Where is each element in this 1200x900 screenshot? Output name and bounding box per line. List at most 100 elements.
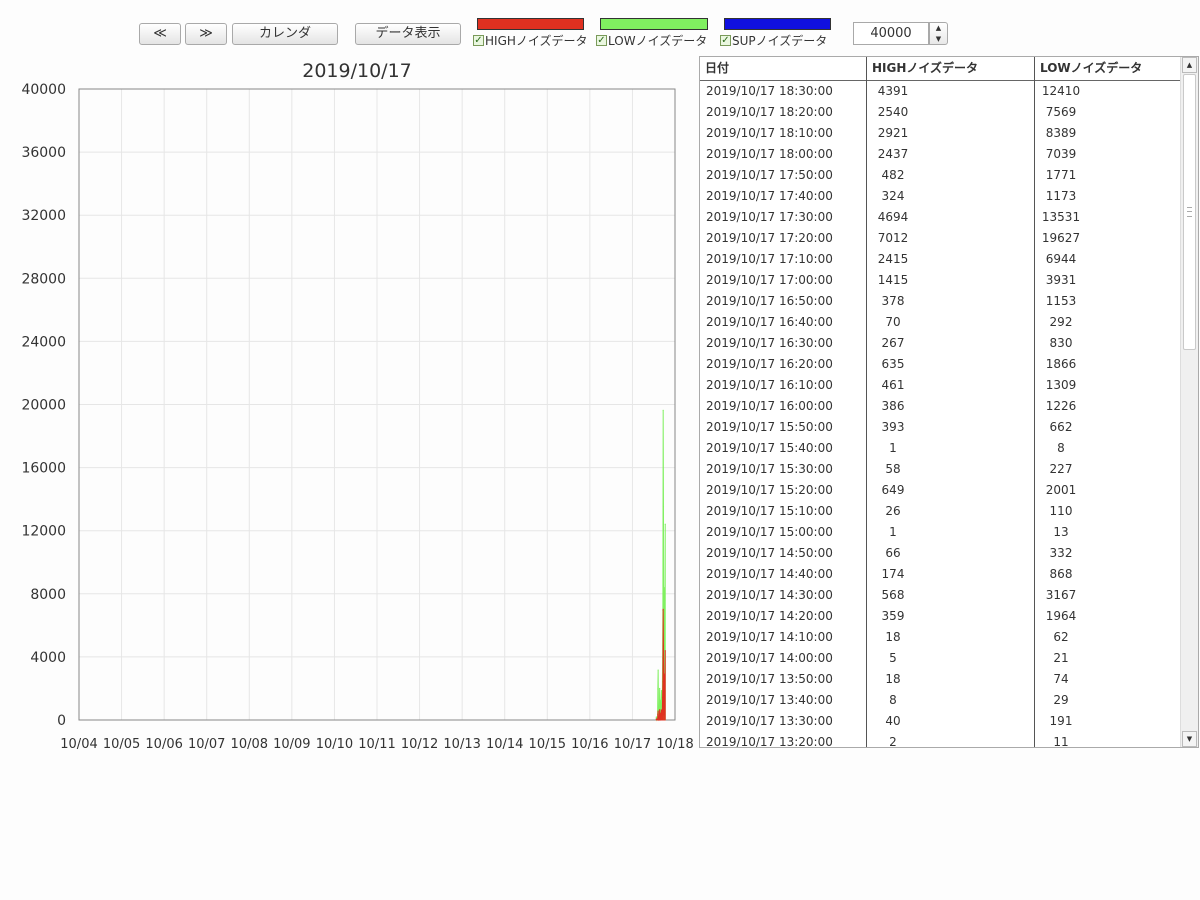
y-tick-label: 40000 [21, 82, 66, 98]
cell-date: 2019/10/17 17:50:00 [706, 168, 833, 182]
series-point-high [659, 709, 661, 711]
cell-high: 7012 [877, 231, 909, 245]
checkbox-icon[interactable]: ✓ [473, 34, 484, 46]
scroll-down-icon[interactable]: ▼ [1182, 731, 1197, 747]
cell-high: 26 [885, 504, 901, 518]
cell-low: 868 [1049, 567, 1073, 581]
table-row[interactable]: 2019/10/17 16:30:00 267 830 [700, 333, 1182, 354]
cell-date: 2019/10/17 15:50:00 [706, 420, 833, 434]
series-point-high [661, 718, 663, 720]
sup-noise-toggle[interactable]: ✓ SUPノイズデータ [720, 32, 837, 48]
table-row[interactable]: 2019/10/17 15:10:00 26 110 [700, 501, 1182, 522]
table-row[interactable]: 2019/10/17 16:00:00 386 1226 [700, 396, 1182, 417]
cell-date: 2019/10/17 16:20:00 [706, 357, 833, 371]
cell-low: 11 [1053, 735, 1069, 748]
cell-high: 649 [881, 483, 905, 497]
table-row[interactable]: 2019/10/17 15:30:00 58 227 [700, 459, 1182, 480]
table-row[interactable]: 2019/10/17 15:00:00 1 13 [700, 522, 1182, 543]
show-data-button[interactable]: データ表示 [355, 23, 461, 45]
cell-date: 2019/10/17 13:30:00 [706, 714, 833, 728]
table-row[interactable]: 2019/10/17 14:10:00 18 62 [700, 627, 1182, 648]
table-row[interactable]: 2019/10/17 15:50:00 393 662 [700, 417, 1182, 438]
series-point-low [663, 608, 665, 610]
table-row[interactable]: 2019/10/17 16:50:00 378 1153 [700, 291, 1182, 312]
cell-low: 1771 [1045, 168, 1077, 182]
cell-date: 2019/10/17 15:20:00 [706, 483, 833, 497]
y-tick-label: 8000 [30, 587, 66, 603]
prev-day-button[interactable]: ≪ [139, 23, 181, 45]
column-header-date[interactable]: 日付 [700, 57, 867, 80]
cell-high: 174 [881, 567, 905, 581]
table-row[interactable]: 2019/10/17 17:00:00 1415 3931 [700, 270, 1182, 291]
cell-date: 2019/10/17 15:30:00 [706, 462, 833, 476]
y-tick-label: 36000 [21, 145, 66, 161]
cell-date: 2019/10/17 16:40:00 [706, 315, 833, 329]
table-row[interactable]: 2019/10/17 17:30:00 4694 13531 [700, 207, 1182, 228]
table-row[interactable]: 2019/10/17 13:50:00 18 74 [700, 669, 1182, 690]
table-row[interactable]: 2019/10/17 17:10:00 2415 6944 [700, 249, 1182, 270]
table-row[interactable]: 2019/10/17 14:40:00 174 868 [700, 564, 1182, 585]
low-noise-toggle[interactable]: ✓ LOWノイズデータ [596, 32, 710, 48]
table-row[interactable]: 2019/10/17 18:20:00 2540 7569 [700, 102, 1182, 123]
y-max-spinner[interactable]: ▲ ▼ [929, 22, 948, 45]
cell-high: 568 [881, 588, 905, 602]
x-tick-label: 10/08 [231, 737, 268, 752]
low-noise-color-swatch [600, 18, 708, 30]
cell-low: 62 [1053, 630, 1069, 644]
vertical-scrollbar[interactable]: ▲ ▼ [1180, 57, 1198, 747]
checkbox-icon[interactable]: ✓ [720, 34, 731, 46]
table-row[interactable]: 2019/10/17 14:30:00 568 3167 [700, 585, 1182, 606]
cell-high: 70 [885, 315, 901, 329]
cell-low: 13 [1053, 525, 1069, 539]
spin-up-icon[interactable]: ▲ [930, 23, 947, 34]
cell-date: 2019/10/17 17:40:00 [706, 189, 833, 203]
table-row[interactable]: 2019/10/17 14:20:00 359 1964 [700, 606, 1182, 627]
table-row[interactable]: 2019/10/17 13:30:00 40 191 [700, 711, 1182, 732]
y-tick-label: 4000 [30, 650, 66, 666]
table-row[interactable]: 2019/10/17 18:00:00 2437 7039 [700, 144, 1182, 165]
table-row[interactable]: 2019/10/17 17:40:00 324 1173 [700, 186, 1182, 207]
table-row[interactable]: 2019/10/17 18:30:00 4391 12410 [700, 81, 1182, 102]
column-header-low[interactable]: LOWノイズデータ [1035, 57, 1182, 80]
x-tick-label: 10/05 [103, 737, 140, 752]
high-noise-toggle[interactable]: ✓ HIGHノイズデータ [473, 32, 586, 48]
table-row[interactable]: 2019/10/17 15:40:00 1 8 [700, 438, 1182, 459]
series-point-low [662, 409, 664, 411]
table-row[interactable]: 2019/10/17 16:20:00 635 1866 [700, 354, 1182, 375]
table-row[interactable]: 2019/10/17 13:20:00 2 11 [700, 732, 1182, 748]
table-row[interactable]: 2019/10/17 16:10:00 461 1309 [700, 375, 1182, 396]
series-point-low [664, 587, 666, 589]
cell-date: 2019/10/17 13:20:00 [706, 735, 833, 748]
table-row[interactable]: 2019/10/17 15:20:00 649 2001 [700, 480, 1182, 501]
cell-low: 21 [1053, 651, 1069, 665]
cell-high: 482 [881, 168, 905, 182]
cell-low: 1153 [1045, 294, 1077, 308]
table-row[interactable]: 2019/10/17 14:00:00 5 21 [700, 648, 1182, 669]
table-row[interactable]: 2019/10/17 13:40:00 8 29 [700, 690, 1182, 711]
high-noise-toggle-label: HIGHノイズデータ [485, 33, 586, 48]
table-row[interactable]: 2019/10/17 18:10:00 2921 8389 [700, 123, 1182, 144]
sup-noise-toggle-label: SUPノイズデータ [732, 33, 828, 48]
series-point-low [664, 523, 666, 525]
x-tick-label: 10/10 [316, 737, 353, 752]
series-point-high [664, 679, 666, 681]
calendar-button[interactable]: カレンダ [232, 23, 338, 45]
cell-low: 830 [1049, 336, 1073, 350]
scroll-up-icon[interactable]: ▲ [1182, 57, 1197, 73]
cell-high: 1 [889, 441, 897, 455]
series-point-high [660, 709, 663, 711]
table-row[interactable]: 2019/10/17 16:40:00 70 292 [700, 312, 1182, 333]
table-row[interactable]: 2019/10/17 14:50:00 66 332 [700, 543, 1182, 564]
spin-down-icon[interactable]: ▼ [930, 34, 947, 45]
checkbox-icon[interactable]: ✓ [596, 34, 607, 46]
scroll-thumb[interactable] [1183, 74, 1196, 350]
next-day-button[interactable]: ≫ [185, 23, 227, 45]
y-max-input[interactable] [853, 22, 929, 45]
cell-high: 393 [881, 420, 905, 434]
cell-low: 74 [1053, 672, 1069, 686]
table-row[interactable]: 2019/10/17 17:50:00 482 1771 [700, 165, 1182, 186]
column-header-high[interactable]: HIGHノイズデータ [867, 57, 1035, 80]
cell-date: 2019/10/17 16:00:00 [706, 399, 833, 413]
series-point-high [664, 673, 666, 675]
table-row[interactable]: 2019/10/17 17:20:00 7012 19627 [700, 228, 1182, 249]
